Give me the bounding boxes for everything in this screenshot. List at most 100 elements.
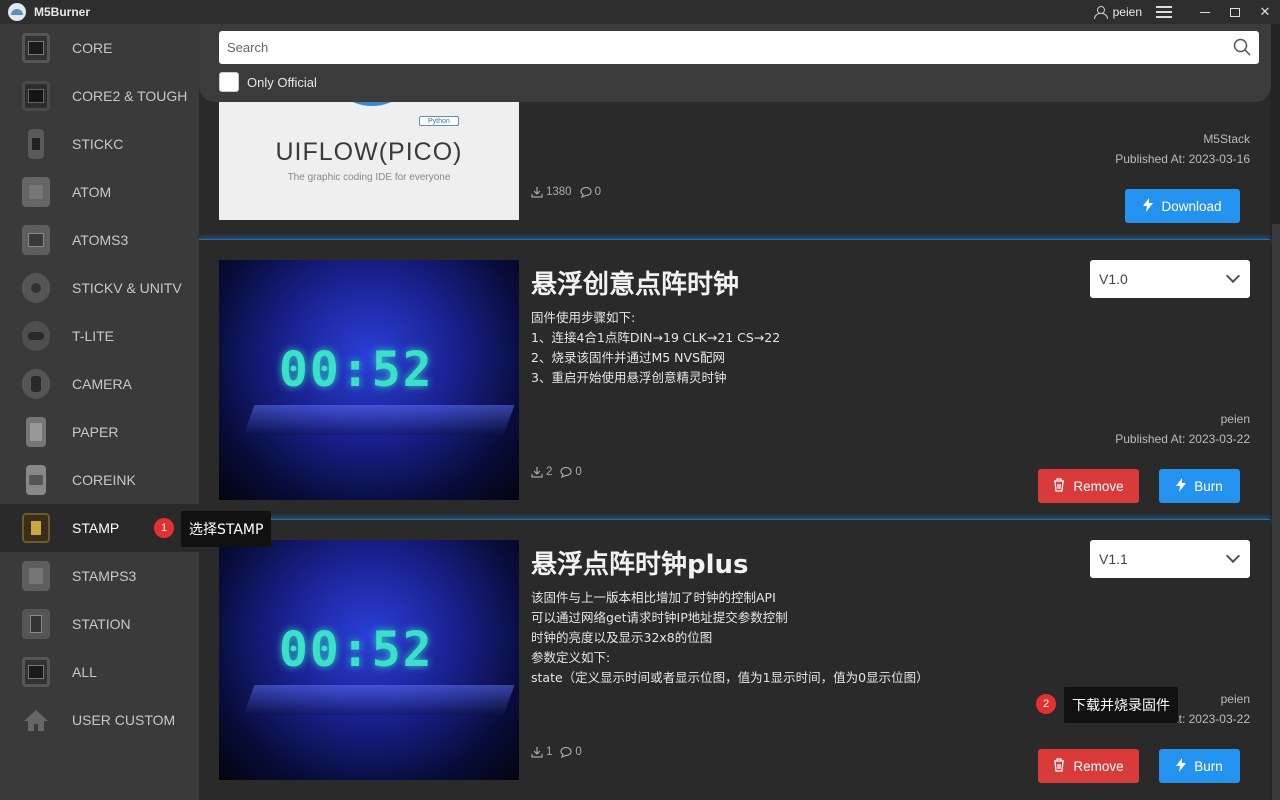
core-device-icon [22, 33, 50, 63]
title-bar: M5Burner peien ✕ [0, 0, 1280, 24]
version-value: V1.0 [1099, 271, 1128, 287]
scrollbar[interactable] [1272, 224, 1280, 800]
led-clock-display: 00:52 [279, 622, 434, 678]
camera-device-icon [22, 369, 50, 399]
burn-button[interactable]: Burn [1159, 469, 1240, 503]
download-count-icon [531, 187, 543, 198]
search-icon[interactable] [1233, 38, 1251, 56]
sidebar-item-stamps3[interactable]: STAMPS3 [0, 552, 199, 600]
download-button[interactable]: Download [1125, 189, 1240, 223]
sidebar-item-stickc[interactable]: STICKC [0, 120, 199, 168]
sidebar-item-label: CAMERA [72, 376, 132, 392]
firmware-image: 00:52 [219, 260, 519, 500]
trash-icon [1053, 477, 1065, 495]
firmware-list: Only Official Python UIFLOW(PICO) The gr… [199, 24, 1280, 800]
maximize-button[interactable] [1220, 0, 1250, 24]
comment-count: 0 [575, 746, 582, 758]
sidebar-item-label: STICKC [72, 136, 124, 152]
download-count-icon [531, 747, 543, 758]
step-badge: 2 [1036, 694, 1056, 714]
download-count: 1380 [546, 186, 572, 198]
firmware-author: peien [1220, 412, 1250, 426]
stamp-device-icon [22, 513, 50, 543]
description-line: 该固件与上一版本相比增加了时钟的控制API [531, 590, 776, 605]
version-select[interactable]: V1.1 [1090, 540, 1250, 578]
sidebar-item-core2[interactable]: CORE2 & TOUGH [0, 72, 199, 120]
sidebar-item-label: ATOM [72, 184, 112, 200]
description-line: 1、连接4合1点阵DIN→19 CLK→21 CS→22 [531, 330, 781, 345]
tlite-device-icon [22, 321, 50, 351]
sidebar-item-stickv[interactable]: STICKV & UNITV [0, 264, 199, 312]
remove-button[interactable]: Remove [1038, 749, 1139, 783]
comment-count: 0 [594, 186, 601, 198]
description-line: 3、重启开始使用悬浮创意精灵时钟 [531, 370, 727, 385]
user-name[interactable]: peien [1113, 5, 1142, 19]
description-line: 参数定义如下: [531, 650, 611, 665]
sidebar-item-label: CORE2 & TOUGH [72, 88, 188, 104]
only-official-label: Only Official [247, 74, 317, 90]
sidebar-item-label: T-LITE [72, 328, 115, 344]
sidebar-item-paper[interactable]: PAPER [0, 408, 199, 456]
lightning-icon [1176, 757, 1187, 775]
firmware-image: 00:52 [219, 540, 519, 780]
sidebar-item-label: COREINK [72, 472, 136, 488]
sidebar-item-station[interactable]: STATION [0, 600, 199, 648]
remove-button[interactable]: Remove [1038, 469, 1139, 503]
sidebar-item-user-custom[interactable]: USER CUSTOM [0, 696, 199, 744]
firmware-description: 该固件与上一版本相比增加了时钟的控制API 可以通过网络get请求时钟IP地址提… [531, 588, 929, 688]
lightning-icon [1143, 197, 1154, 215]
only-official-checkbox[interactable] [219, 72, 239, 92]
description-line: 时钟的亮度以及显示32x8的位图 [531, 630, 713, 645]
led-clock-display: 00:52 [279, 342, 434, 398]
trash-icon [1053, 757, 1065, 775]
sidebar-item-label: USER CUSTOM [72, 712, 176, 728]
firmware-card: 00:52 悬浮创意点阵时钟 固件使用步骤如下: 1、连接4合1点阵DIN→19… [199, 240, 1270, 520]
sidebar-item-all[interactable]: ALL [0, 648, 199, 696]
sidebar-item-label: STICKV & UNITV [72, 280, 182, 296]
close-button[interactable]: ✕ [1250, 0, 1280, 24]
lightning-icon [1176, 477, 1187, 495]
atom-device-icon [22, 177, 50, 207]
sidebar: CORE CORE2 & TOUGH STICKC ATOM ATOMS3 ST… [0, 24, 199, 800]
core2-device-icon [22, 81, 50, 111]
firmware-card: 00:52 悬浮点阵时钟plus 该固件与上一版本相比增加了时钟的控制API 可… [199, 520, 1270, 800]
sidebar-item-label: ATOMS3 [72, 232, 129, 248]
version-select[interactable]: V1.0 [1090, 260, 1250, 298]
description-line: 2、烧录该固件并通过M5 NVS配网 [531, 350, 726, 365]
minimize-button[interactable] [1190, 0, 1220, 24]
firmware-published-date: Published At: 2023-03-22 [1115, 432, 1250, 446]
sidebar-item-camera[interactable]: CAMERA [0, 360, 199, 408]
firmware-stats: 2 0 [531, 466, 582, 478]
hamburger-menu-icon[interactable] [1156, 6, 1172, 18]
app-logo-icon [8, 3, 26, 21]
download-button-label: Download [1161, 198, 1222, 214]
description-line: 可以通过网络get请求时钟IP地址提交参数控制 [531, 610, 788, 625]
sidebar-item-label: ALL [72, 664, 97, 680]
user-icon[interactable] [1093, 5, 1108, 19]
firmware-stats: 1380 0 [531, 186, 601, 198]
comment-count-icon [560, 466, 573, 478]
chevron-down-icon [1225, 268, 1241, 284]
app-title: M5Burner [34, 5, 91, 19]
sidebar-item-coreink[interactable]: COREINK [0, 456, 199, 504]
firmware-title: 悬浮点阵时钟plus [531, 550, 749, 580]
sidebar-item-core[interactable]: CORE [0, 24, 199, 72]
remove-button-label: Remove [1073, 478, 1124, 494]
paper-device-icon [26, 417, 46, 447]
firmware-image-title: UIFLOW(PICO) [275, 138, 463, 166]
burn-button-label: Burn [1194, 758, 1223, 774]
comment-count-icon [579, 186, 592, 198]
stickc-device-icon [28, 129, 44, 159]
sidebar-item-tlite[interactable]: T-LITE [0, 312, 199, 360]
firmware-image-subtitle: The graphic coding IDE for everyone [287, 172, 451, 183]
comment-count: 0 [575, 466, 582, 478]
burn-button[interactable]: Burn [1159, 749, 1240, 783]
python-tag: Python [419, 116, 459, 126]
sidebar-item-label: PAPER [72, 424, 119, 440]
sidebar-item-atom[interactable]: ATOM [0, 168, 199, 216]
remove-button-label: Remove [1073, 758, 1124, 774]
sidebar-item-atoms3[interactable]: ATOMS3 [0, 216, 199, 264]
search-input[interactable] [219, 31, 1219, 64]
step-tooltip: 下载并烧录固件 [1064, 687, 1178, 723]
only-official-row[interactable]: Only Official [219, 72, 317, 92]
